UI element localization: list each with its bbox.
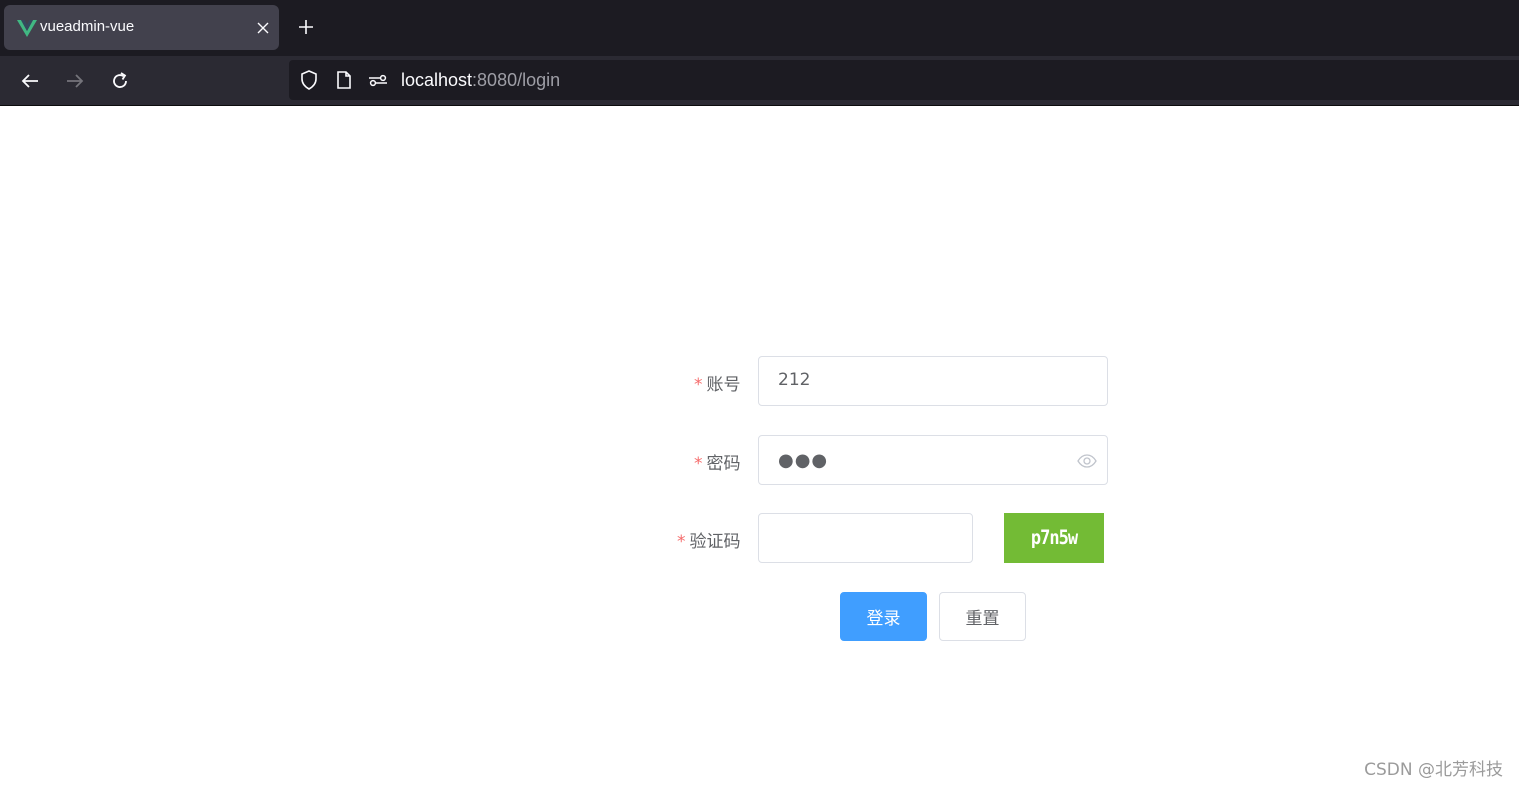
reset-button[interactable]: 重置 (939, 592, 1026, 641)
browser-tab-bar: vueadmin-vue (0, 0, 1519, 56)
eye-icon[interactable] (1077, 451, 1097, 471)
close-tab-icon[interactable] (252, 17, 274, 39)
password-input[interactable]: ●●● (758, 435, 1108, 485)
captcha-image-text: p7n5w (1030, 526, 1078, 550)
address-bar[interactable]: localhost:8080/login (289, 60, 1519, 100)
username-label-text: 账号 (706, 375, 741, 395)
username-value: 212 (778, 370, 811, 390)
captcha-image[interactable]: p7n5w (1004, 513, 1104, 563)
username-input[interactable]: 212 (758, 356, 1108, 406)
watermark: CSDN @北芳科技 (1364, 760, 1503, 780)
tab-title: vueadmin-vue (40, 18, 135, 35)
required-mark: * (677, 532, 686, 552)
password-label-text: 密码 (706, 454, 741, 474)
url-text: localhost:8080/login (401, 70, 560, 91)
vue-logo-icon (17, 20, 37, 37)
password-value: ●●● (778, 450, 829, 471)
reload-icon[interactable] (105, 66, 135, 96)
captcha-label-text: 验证码 (689, 532, 741, 552)
username-label: * 账号 (694, 370, 741, 395)
browser-tab[interactable]: vueadmin-vue (4, 5, 279, 50)
required-mark: * (694, 375, 703, 395)
captcha-label: * 验证码 (677, 527, 741, 552)
captcha-input[interactable] (758, 513, 973, 563)
page-icon[interactable] (334, 70, 354, 90)
shield-icon[interactable] (299, 70, 319, 90)
password-label: * 密码 (694, 449, 741, 474)
back-arrow-icon[interactable] (15, 66, 45, 96)
permissions-icon[interactable] (368, 70, 388, 90)
required-mark: * (694, 454, 703, 474)
forward-arrow-icon[interactable] (60, 66, 90, 96)
url-path: :8080/login (472, 70, 561, 90)
login-button[interactable]: 登录 (840, 592, 927, 641)
browser-nav-bar: localhost:8080/login (0, 56, 1519, 106)
new-tab-plus-icon[interactable] (292, 13, 320, 41)
url-host: localhost (401, 70, 473, 90)
